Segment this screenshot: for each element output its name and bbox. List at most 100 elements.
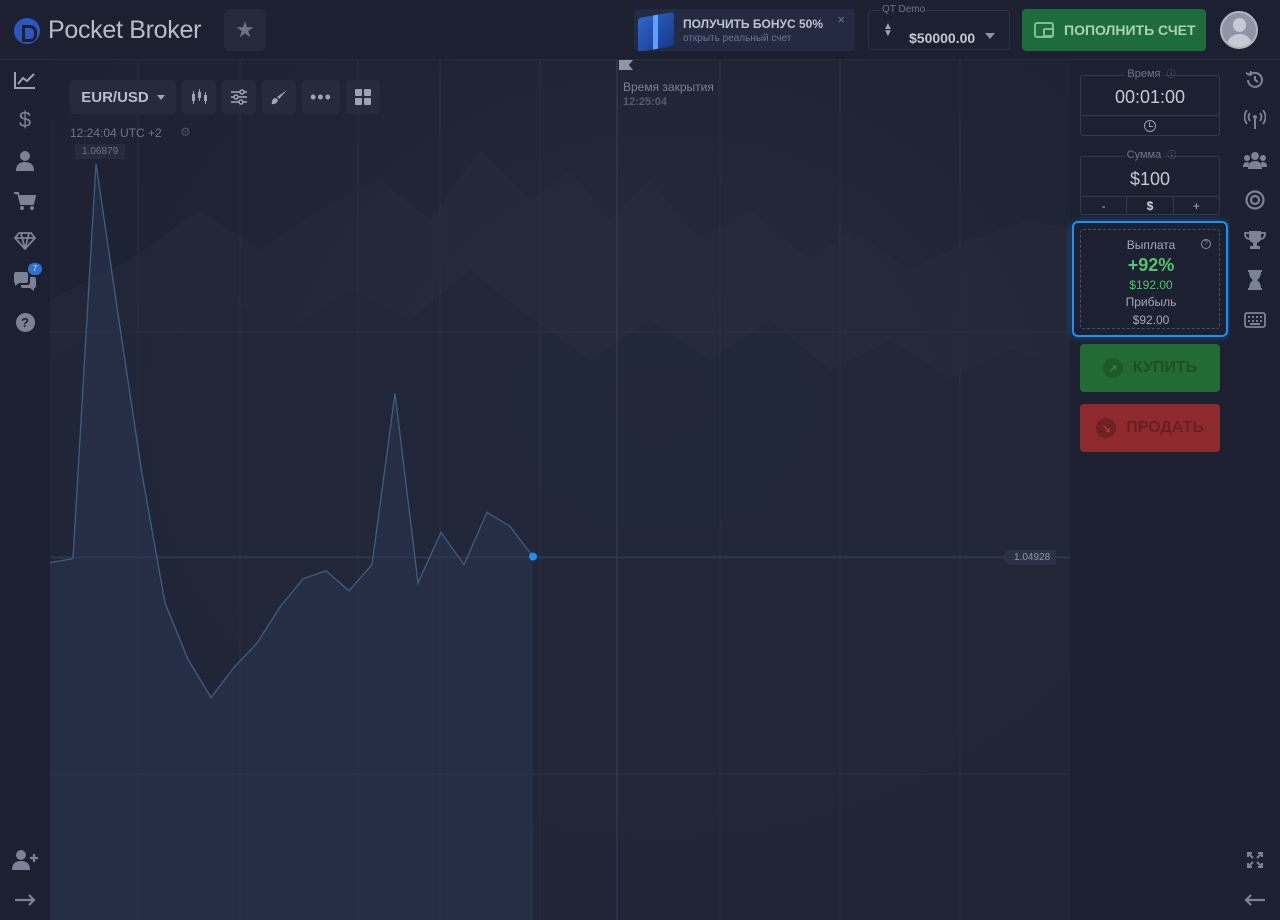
- sidebar-item-chat[interactable]: 7: [10, 263, 42, 297]
- more-button[interactable]: •••: [302, 80, 340, 114]
- payout-inner: Выплата ? +92% $192.00 Прибыль $92.00: [1080, 229, 1220, 329]
- arrow-up-right-icon: ↗: [1102, 358, 1123, 378]
- sidebar-item-pending[interactable]: [1240, 265, 1270, 295]
- target-icon: [1245, 190, 1265, 210]
- sidebar-item-social[interactable]: [1240, 145, 1270, 175]
- close-time-label: Время закрытия: [623, 80, 714, 94]
- signal-icon: [1244, 110, 1266, 129]
- account-balance: $50000.00: [909, 30, 976, 46]
- sidebar-item-market[interactable]: [10, 186, 40, 216]
- add-user-icon: [12, 850, 38, 870]
- logo[interactable]: Pocket Broker: [14, 16, 201, 45]
- current-price-dot: [529, 552, 537, 561]
- amount-plus-button[interactable]: +: [1174, 197, 1219, 215]
- profit-value: $92.00: [1132, 313, 1170, 327]
- sidebar-item-help[interactable]: ?: [10, 307, 40, 337]
- chevron-down-icon: [985, 33, 995, 39]
- chart-line-icon: [14, 72, 35, 89]
- server-clock: 12:24:04 UTC +2: [70, 126, 162, 140]
- sidebar-item-hotkeys[interactable]: [1240, 305, 1270, 335]
- account-type-label: QT Demo: [880, 4, 928, 15]
- gear-icon[interactable]: ⚙: [180, 125, 191, 139]
- sidebar-item-invite[interactable]: [10, 845, 40, 875]
- fullscreen-button[interactable]: [1240, 845, 1270, 875]
- sidebar-item-achievements[interactable]: [10, 226, 40, 256]
- help-icon: ⓘ: [1166, 69, 1176, 79]
- favorites-button[interactable]: ★: [224, 9, 266, 51]
- trade-panel: 00:01:00 Время ⓘ $100 - $ + Сумма ⓘ Выпл…: [1070, 60, 1230, 920]
- indicators-button[interactable]: [222, 80, 256, 114]
- sliders-icon: [231, 89, 247, 105]
- sidebar-item-leaderboard[interactable]: [1240, 225, 1270, 255]
- amount-field[interactable]: $100 - $ +: [1080, 156, 1220, 215]
- asset-pair: EUR/USD: [81, 88, 149, 106]
- star-icon: ★: [235, 17, 255, 42]
- account-box[interactable]: ▲ ▼ $50000.00: [868, 10, 1010, 50]
- help-icon[interactable]: ?: [1201, 239, 1211, 249]
- bonus-subtitle: открыть реальный счет: [683, 33, 792, 44]
- time-mode-button[interactable]: [1081, 115, 1219, 135]
- payout-amount: $192.00: [1129, 278, 1173, 292]
- chevron-down-icon: [156, 94, 165, 100]
- payout-percent: +92%: [1127, 255, 1175, 275]
- arrow-down-right-icon: ↘: [1096, 418, 1117, 438]
- right-sidebar: [1230, 60, 1280, 920]
- grid-icon: [354, 89, 371, 105]
- avatar[interactable]: [1220, 11, 1258, 49]
- time-value[interactable]: 00:01:00: [1081, 87, 1219, 108]
- max-price-label: 1.06879: [75, 144, 126, 159]
- deposit-label: ПОПОЛНИТЬ СЧЕТ: [1064, 22, 1196, 38]
- profit-label: Прибыль: [1125, 295, 1177, 309]
- sidebar-item-history[interactable]: [1240, 65, 1270, 95]
- current-price-label: 1.04928: [1001, 550, 1057, 565]
- payout-label: Выплата: [1126, 238, 1176, 252]
- time-field[interactable]: 00:01:00: [1080, 75, 1220, 136]
- bonus-close-icon[interactable]: ×: [837, 12, 845, 27]
- time-label: Время: [1124, 68, 1164, 80]
- chart-area[interactable]: Время закрытия 12:25:04 EUR/USD ••• 12:2…: [50, 60, 1070, 920]
- chat-badge: 7: [28, 263, 42, 275]
- help-icon: ?: [15, 312, 35, 332]
- arrow-right-icon: [15, 894, 36, 906]
- candles-icon: [192, 89, 207, 104]
- buy-label: КУПИТЬ: [1132, 359, 1198, 376]
- buy-button[interactable]: ↗ КУПИТЬ: [1080, 344, 1220, 392]
- account-selector[interactable]: ▲ ▼ $50000.00 QT Demo: [868, 4, 1010, 50]
- fullscreen-icon: [1247, 852, 1263, 868]
- users-icon: [1243, 152, 1267, 169]
- gift-icon: [638, 11, 674, 51]
- logo-text: Pocket Broker: [48, 16, 202, 44]
- amount-value[interactable]: $100: [1081, 169, 1219, 190]
- sell-button[interactable]: ↘ ПРОДАТЬ: [1080, 404, 1220, 452]
- dollar-icon: $: [18, 107, 32, 132]
- user-icon: [16, 151, 34, 171]
- chart-background: [50, 60, 1070, 920]
- diamond-icon: [14, 232, 36, 250]
- chart-toolbar: EUR/USD •••: [70, 80, 380, 114]
- layout-button[interactable]: [345, 80, 380, 114]
- deposit-button[interactable]: ПОПОЛНИТЬ СЧЕТ: [1022, 9, 1206, 51]
- top-bar: Pocket Broker ★ ПОЛУЧИТЬ БОНУС 50% откры…: [0, 0, 1280, 60]
- sidebar-item-finance[interactable]: $: [10, 105, 40, 135]
- bonus-banner[interactable]: ПОЛУЧИТЬ БОНУС 50% открыть реальный счет…: [634, 9, 855, 51]
- amount-label-wrap: Сумма ⓘ: [1070, 148, 1230, 161]
- wallet-icon: [1034, 22, 1054, 38]
- sidebar-item-expand[interactable]: [10, 885, 40, 915]
- sidebar-item-profile[interactable]: [10, 146, 40, 176]
- clock-icon: [1144, 119, 1156, 132]
- switch-account-icon: ▲ ▼: [883, 21, 893, 39]
- cart-icon: [14, 192, 36, 210]
- amount-controls: - $ +: [1081, 196, 1219, 215]
- sidebar-item-trading[interactable]: [10, 65, 40, 95]
- amount-minus-button[interactable]: -: [1081, 197, 1128, 215]
- asset-selector[interactable]: EUR/USD: [70, 80, 176, 114]
- amount-currency-button[interactable]: $: [1127, 197, 1174, 215]
- sidebar-item-tournaments[interactable]: [1240, 185, 1270, 215]
- sidebar-item-signals[interactable]: [1240, 105, 1270, 135]
- help-icon: ⓘ: [1167, 150, 1177, 160]
- more-icon: •••: [310, 86, 332, 107]
- keyboard-icon: [1244, 312, 1266, 328]
- drawing-button[interactable]: [262, 80, 296, 114]
- chart-type-button[interactable]: [182, 80, 216, 114]
- collapse-panel-button[interactable]: [1240, 885, 1270, 915]
